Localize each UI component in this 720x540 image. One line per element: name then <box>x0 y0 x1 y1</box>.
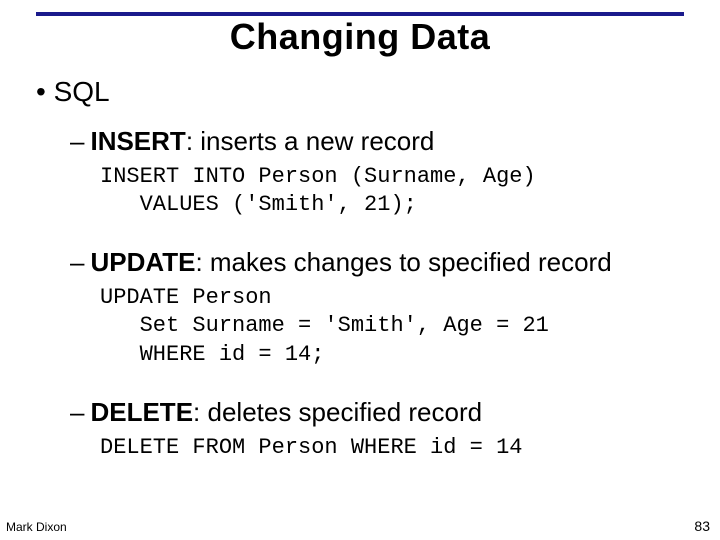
desc-update: : makes changes to specified record <box>195 247 611 277</box>
code-insert: INSERT INTO Person (Surname, Age) VALUES… <box>100 163 684 219</box>
footer-page-number: 83 <box>694 518 710 534</box>
dash-icon: – <box>70 247 84 277</box>
keyword-delete: DELETE <box>90 397 193 427</box>
bullet-sql: • SQL <box>36 76 684 108</box>
code-delete: DELETE FROM Person WHERE id = 14 <box>100 434 684 462</box>
desc-insert: : inserts a new record <box>186 126 435 156</box>
item-insert: –INSERT: inserts a new record <box>70 126 684 157</box>
slide: Changing Data • SQL –INSERT: inserts a n… <box>0 0 720 540</box>
item-update: –UPDATE: makes changes to specified reco… <box>70 247 684 278</box>
desc-delete: : deletes specified record <box>193 397 482 427</box>
dash-icon: – <box>70 126 84 156</box>
code-update: UPDATE Person Set Surname = 'Smith', Age… <box>100 284 684 368</box>
footer-author: Mark Dixon <box>6 520 67 534</box>
item-delete: –DELETE: deletes specified record <box>70 397 684 428</box>
dash-icon: – <box>70 397 84 427</box>
keyword-update: UPDATE <box>90 247 195 277</box>
slide-body: • SQL –INSERT: inserts a new record INSE… <box>36 76 684 490</box>
slide-title: Changing Data <box>0 16 720 58</box>
keyword-insert: INSERT <box>90 126 185 156</box>
